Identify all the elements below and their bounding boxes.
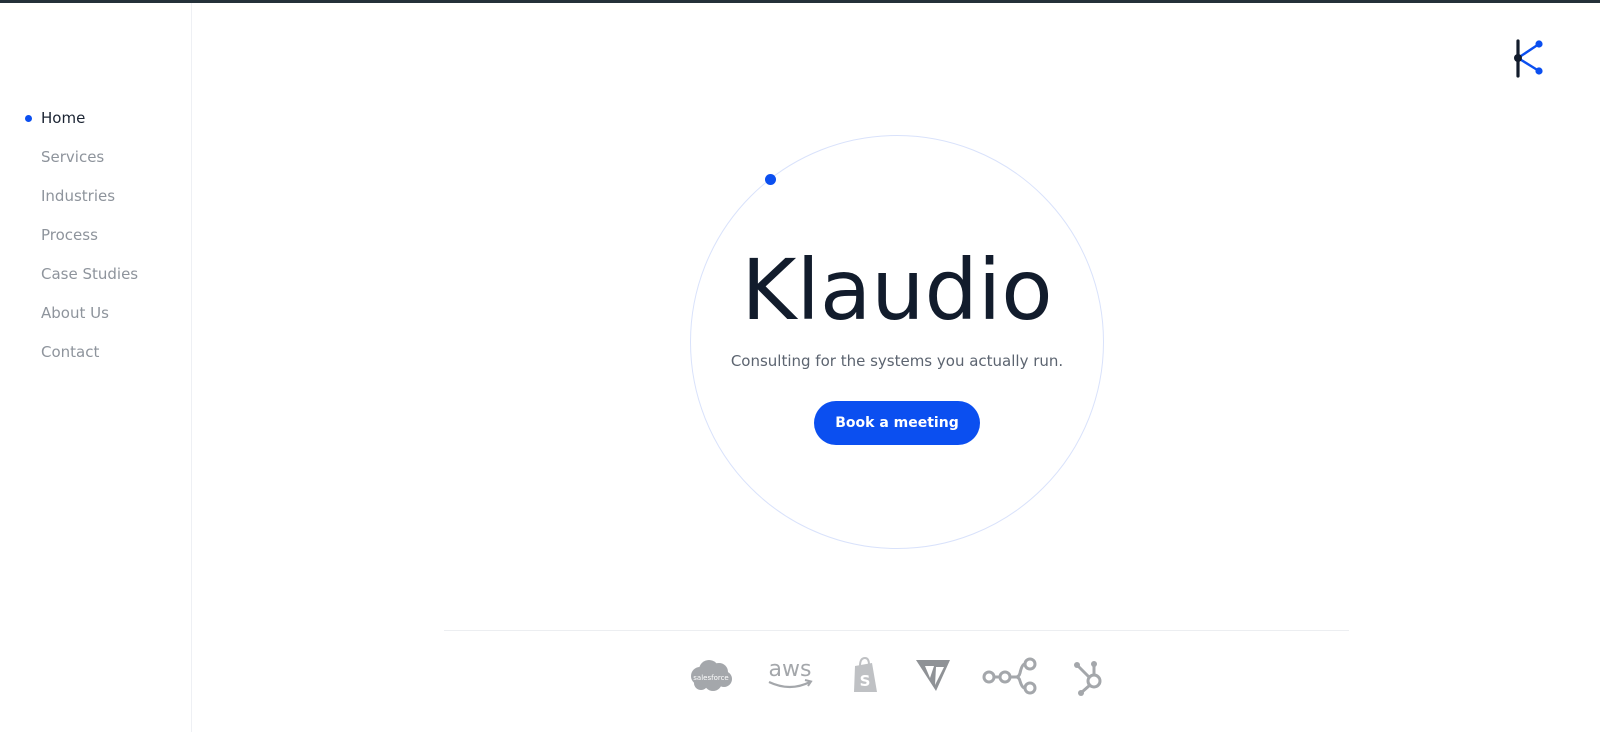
nav-item-label: Contact [41,343,100,361]
section-divider [444,630,1349,631]
sidebar-nav: Home Services Industries Process Case St… [0,104,192,377]
aws-wordmark: aws [769,657,812,682]
svg-text:S: S [860,672,871,690]
nav-item-label: About Us [41,304,109,322]
nav-item-industries[interactable]: Industries [0,182,192,221]
partner-logos: salesforce aws S [680,654,1110,700]
nav-item-services[interactable]: Services [0,143,192,182]
sidebar: Home Services Industries Process Case St… [0,3,192,732]
book-meeting-button[interactable]: Book a meeting [814,401,980,445]
nav-item-label: Home [41,109,86,127]
n8n-icon [982,654,1042,700]
nav-item-case-studies[interactable]: Case Studies [0,260,192,299]
nav-item-label: Industries [41,187,116,205]
hero-tagline: Consulting for the systems you actually … [730,352,1064,370]
nav-item-home[interactable]: Home [0,104,192,143]
orbit-dot [765,174,776,185]
active-indicator-dot [25,115,32,122]
nav-item-contact[interactable]: Contact [0,338,192,377]
top-border [0,0,1600,3]
salesforce-wordmark: salesforce [693,674,728,682]
nav-item-label: Case Studies [41,265,139,283]
nav-item-label: Process [41,226,98,244]
brand-title: Klaudio [741,241,1053,339]
make-icon [914,654,952,700]
nav-item-about-us[interactable]: About Us [0,299,192,338]
hero-ring [690,135,1104,549]
shopify-icon: S [850,654,880,700]
aws-icon: aws [764,654,816,700]
klaudio-logo-icon[interactable] [1512,38,1548,80]
salesforce-icon: salesforce [688,654,734,700]
nav-item-process[interactable]: Process [0,221,192,260]
nav-item-label: Services [41,148,105,166]
hubspot-icon [1072,654,1106,700]
